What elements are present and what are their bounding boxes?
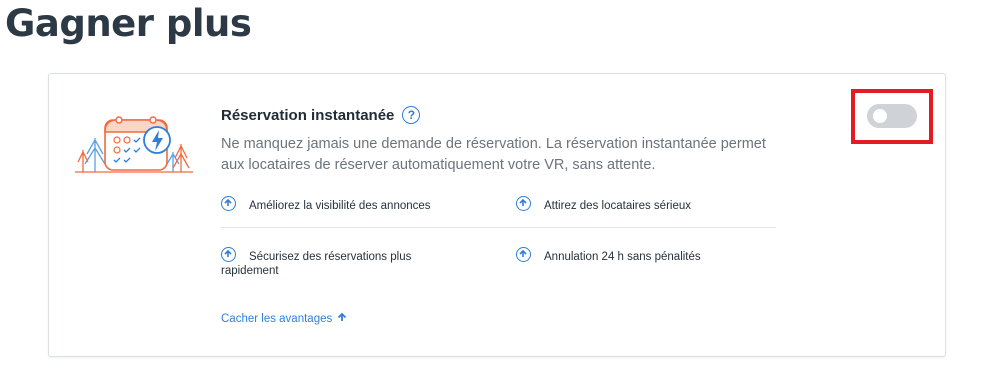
- arrow-up-circle-icon: [516, 196, 531, 211]
- benefit-item: Annulation 24 h sans pénalités: [516, 247, 766, 264]
- arrow-up-circle-icon: [516, 247, 531, 262]
- arrow-up-circle-icon: [221, 196, 236, 211]
- benefit-label: Annulation 24 h sans pénalités: [544, 251, 701, 263]
- arrow-up-circle-icon: [221, 247, 236, 262]
- benefit-item: Sécurisez des réservations plus rapideme…: [221, 247, 466, 278]
- hide-benefits-link[interactable]: Cacher les avantages: [221, 312, 347, 325]
- benefit-label: Attirez des locataires sérieux: [544, 200, 692, 212]
- divider: [221, 227, 776, 228]
- toggle-knob: [873, 109, 887, 123]
- benefit-label: Sécurisez des réservations plus rapideme…: [221, 251, 412, 277]
- calendar-lightning-icon: [73, 110, 195, 182]
- benefit-item: Améliorez la visibilité des annonces: [221, 196, 471, 213]
- benefit-item: Attirez des locataires sérieux: [516, 196, 766, 213]
- hide-benefits-label: Cacher les avantages: [221, 312, 333, 325]
- feature-title: Réservation instantanée ?: [221, 106, 421, 124]
- feature-description: Ne manquez jamais une demande de réserva…: [221, 136, 766, 173]
- feature-title-text: Réservation instantanée: [221, 106, 395, 124]
- page-title: Gagner plus: [5, 2, 252, 45]
- arrow-up-icon: [337, 312, 347, 325]
- instant-booking-toggle[interactable]: [867, 104, 917, 128]
- question-circle-icon[interactable]: ?: [402, 106, 421, 124]
- instant-booking-card: Réservation instantanée ? Ne manquez jam…: [48, 73, 946, 357]
- benefit-label: Améliorez la visibilité des annonces: [249, 200, 431, 212]
